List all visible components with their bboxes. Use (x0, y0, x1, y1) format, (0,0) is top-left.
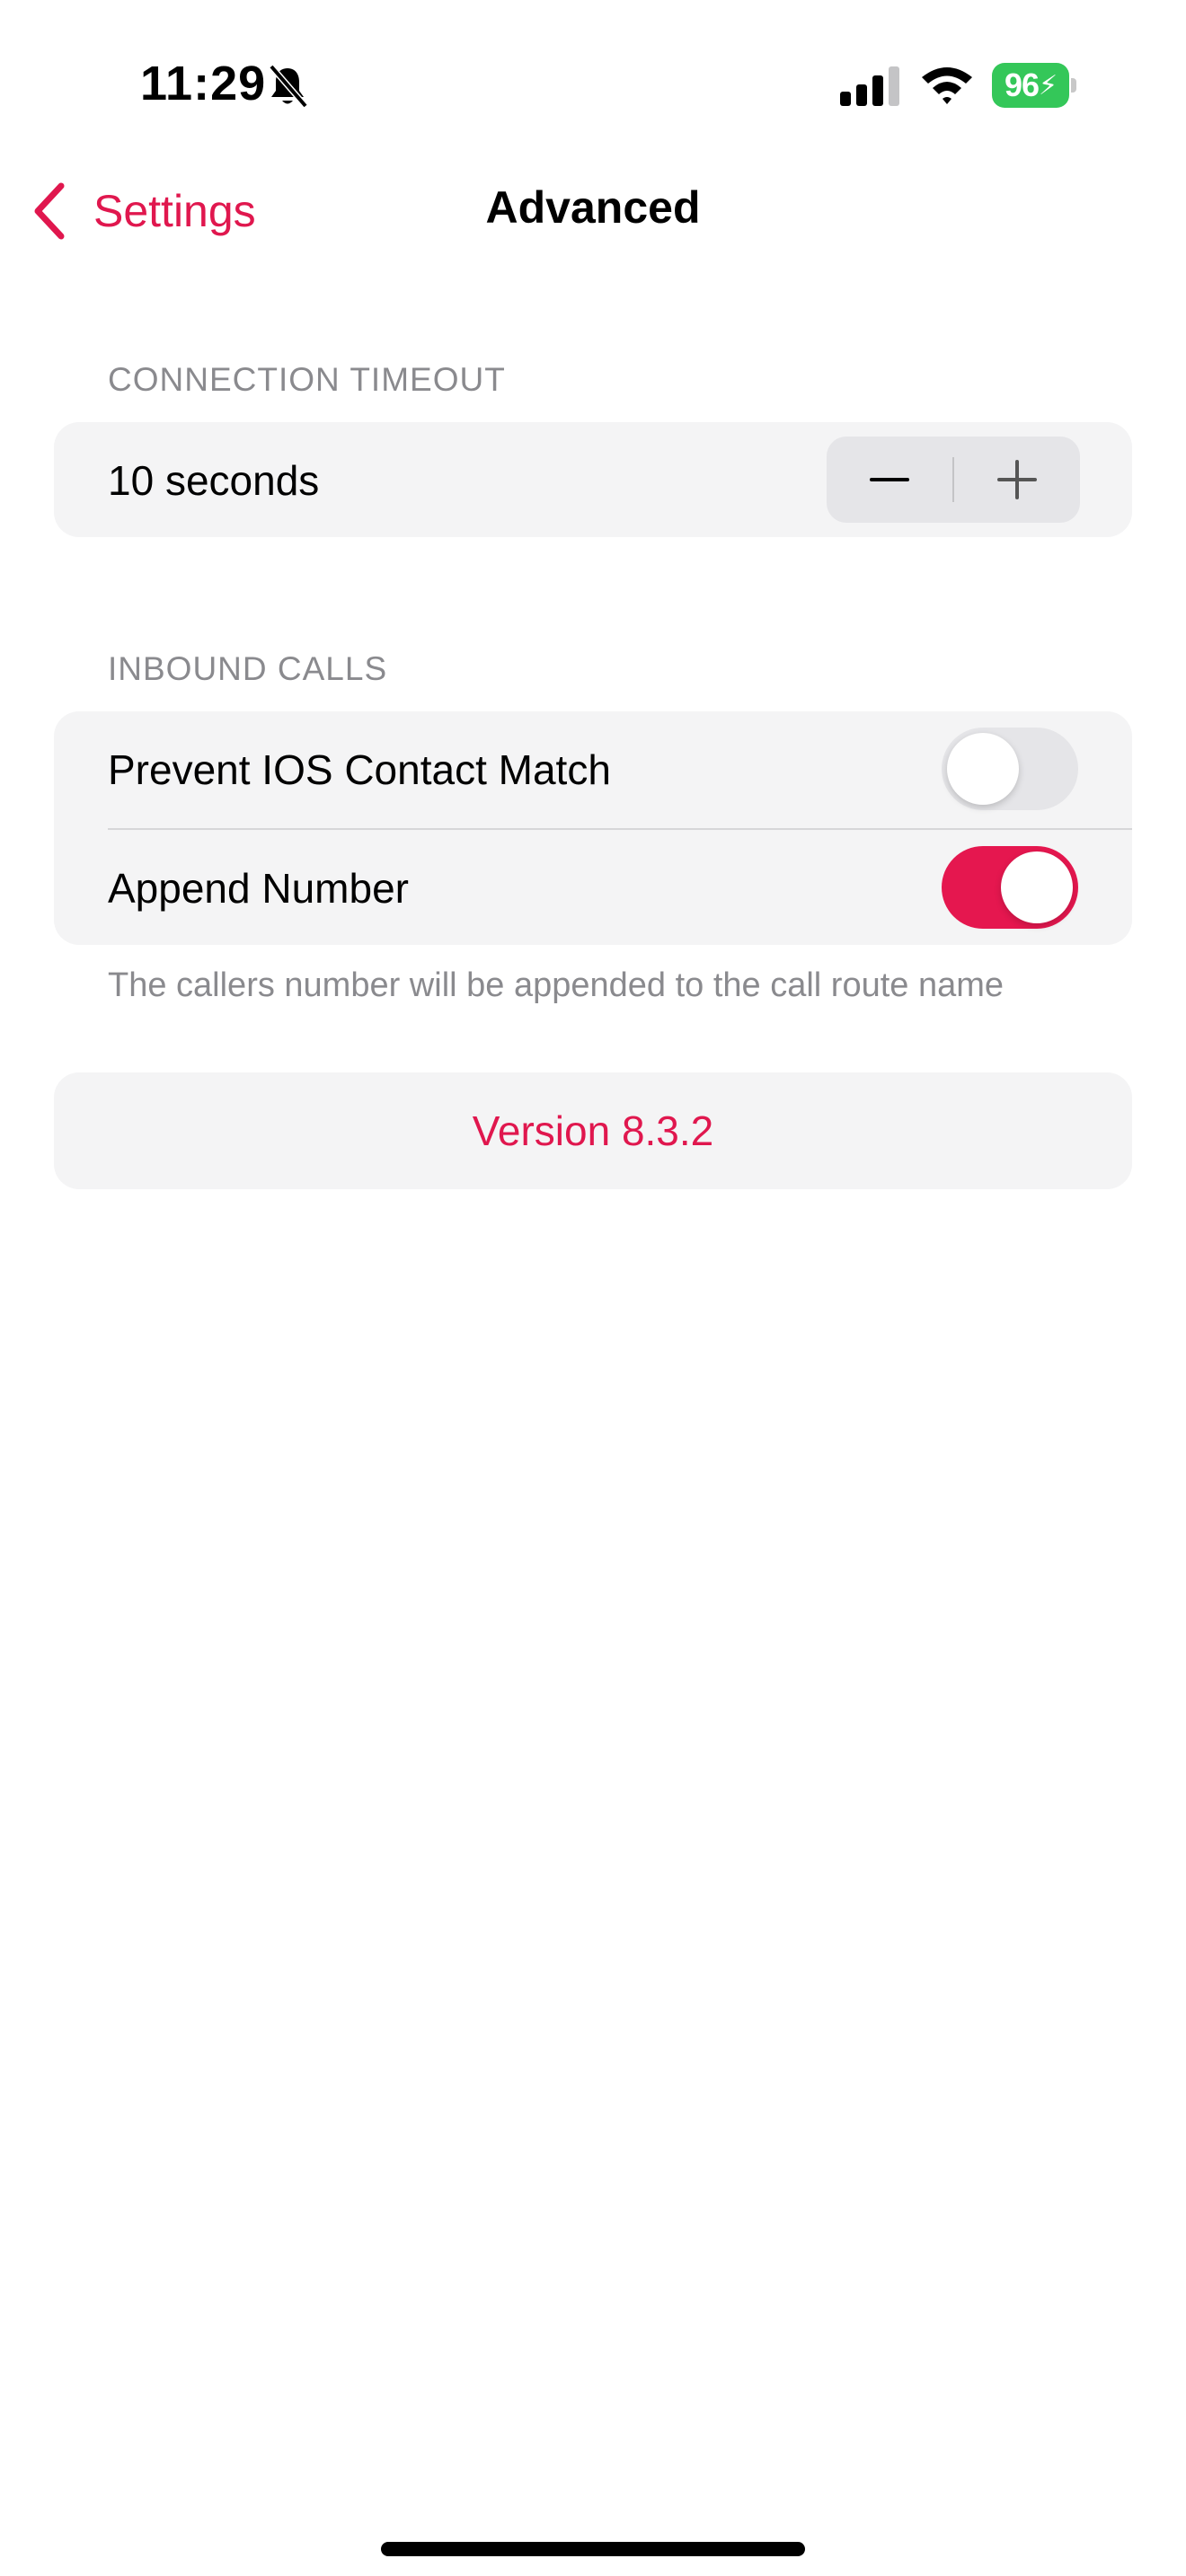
connection-timeout-card: 10 seconds (54, 422, 1132, 537)
battery-charging-icon: 96 ⚡ (992, 63, 1076, 108)
toggle-knob (1001, 851, 1073, 923)
toggle-knob (947, 733, 1019, 805)
wifi-icon (922, 67, 972, 104)
bell-slash-icon (269, 64, 308, 109)
increment-button[interactable] (954, 437, 1080, 523)
section-header-inbound-calls: INBOUND CALLS (108, 650, 388, 687)
append-number-toggle[interactable] (942, 846, 1078, 929)
inbound-calls-card: Prevent IOS Contact Match Append Number (54, 711, 1132, 945)
battery-cap (1071, 78, 1076, 93)
status-time: 11:29 (140, 57, 267, 110)
cellular-signal-icon (840, 66, 899, 106)
section-header-connection-timeout: CONNECTION TIMEOUT (108, 361, 506, 398)
row-separator (108, 828, 1132, 830)
timeout-stepper (827, 437, 1080, 523)
battery-level: 96 ⚡ (992, 63, 1069, 108)
prevent-contact-match-toggle[interactable] (942, 728, 1078, 810)
minus-icon (870, 478, 909, 481)
prevent-contact-match-label: Prevent IOS Contact Match (108, 746, 611, 793)
page-title: Advanced (485, 182, 701, 233)
inbound-calls-footer: The callers number will be appended to t… (108, 966, 1005, 1004)
timeout-value-label: 10 seconds (108, 457, 320, 504)
plus-icon (996, 460, 1037, 499)
status-bar: 11:29 96 ⚡ (0, 0, 1186, 171)
version-label: Version 8.3.2 (472, 1107, 714, 1154)
decrement-button[interactable] (827, 437, 952, 523)
version-button[interactable]: Version 8.3.2 (54, 1072, 1132, 1189)
home-indicator[interactable] (381, 2542, 805, 2556)
append-number-label: Append Number (108, 865, 409, 912)
